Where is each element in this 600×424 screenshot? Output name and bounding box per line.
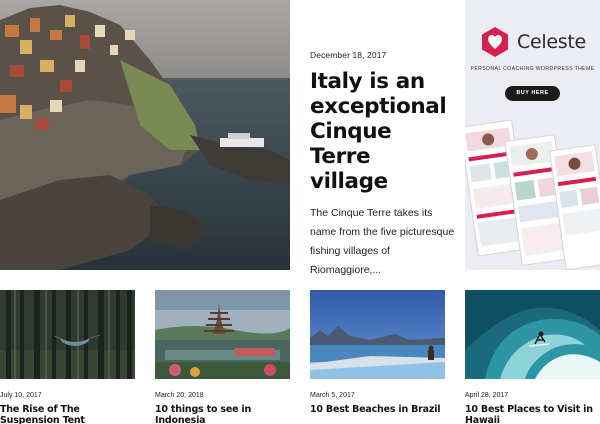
theme-preview-mockups	[465, 119, 600, 270]
ad-logo: Celeste	[479, 26, 586, 58]
featured-date: December 18, 2017	[310, 50, 387, 60]
buy-here-button[interactable]: BUY HERE	[505, 86, 560, 101]
featured-post: December 18, 2017 Italy is an exceptiona…	[310, 50, 455, 280]
post-title[interactable]: 10 Best Places to Visit in Hawaii	[465, 404, 600, 424]
post-card[interactable]: March 20, 2018 10 things to see in Indon…	[155, 290, 290, 424]
featured-excerpt: The Cinque Terre takes its name from the…	[310, 207, 455, 276]
post-image[interactable]	[155, 290, 290, 379]
post-image[interactable]	[0, 290, 135, 379]
post-date: March 5, 2017	[310, 392, 355, 399]
post-date: July 10, 2017	[0, 392, 42, 399]
post-date: March 20, 2018	[155, 392, 204, 399]
post-card[interactable]: April 28, 2017 10 Best Places to Visit i…	[465, 290, 600, 424]
post-title[interactable]: 10 things to see in Indonesia	[155, 404, 290, 424]
ad-brand-name: Celeste	[517, 31, 586, 53]
advertisement-banner[interactable]: Celeste PERSONAL COACHING WORDPRESS THEM…	[465, 0, 600, 270]
ad-tagline: PERSONAL COACHING WORDPRESS THEME	[470, 66, 595, 72]
post-image[interactable]	[465, 290, 600, 379]
post-title[interactable]: The Rise of The Suspension Tent	[0, 404, 135, 424]
post-date: April 28, 2017	[465, 392, 509, 399]
heart-icon	[482, 27, 508, 57]
post-card[interactable]: July 10, 2017 The Rise of The Suspension…	[0, 290, 135, 424]
post-image[interactable]	[310, 290, 445, 379]
featured-image[interactable]	[0, 0, 290, 270]
post-title[interactable]: 10 Best Beaches in Brazil	[310, 404, 445, 415]
post-card[interactable]: March 5, 2017 10 Best Beaches in Brazil	[310, 290, 445, 415]
featured-title[interactable]: Italy is an exceptional Cinque Terre vil…	[310, 69, 455, 194]
